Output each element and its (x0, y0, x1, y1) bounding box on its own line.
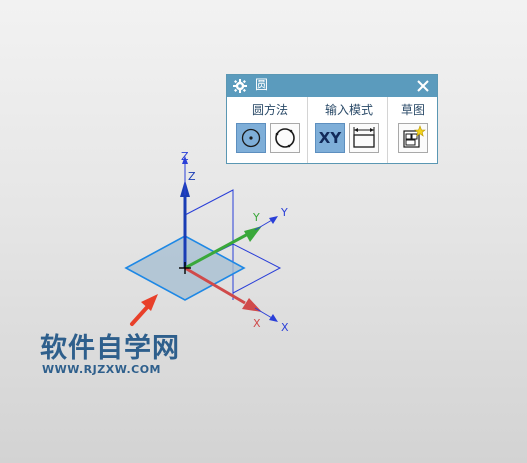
group-sketch: 草图 (391, 97, 435, 163)
center-point-button[interactable] (236, 123, 266, 153)
group-sketch-label: 草图 (400, 103, 425, 117)
parameter-mode-icon (353, 127, 375, 148)
group-input-mode-label: 输入模式 (324, 103, 373, 117)
y-axis-arrowhead (244, 226, 262, 242)
group-input-mode: 输入模式 XY (311, 97, 388, 163)
group-circle-method: 圆方法 (233, 97, 308, 163)
x-axis-tip (269, 314, 278, 322)
y-axis-label-2: Y (252, 211, 260, 224)
dialog-title: 圆 (255, 78, 269, 93)
parameter-mode-button[interactable] (349, 123, 379, 153)
circle-dialog: 圆 圆方法 输入模式 XY 草图 (226, 74, 438, 164)
group-circle-method-label: 圆方法 (251, 103, 288, 117)
sketch-palette-button[interactable] (398, 123, 428, 153)
coordinate-system-graphic: Z Z Y Y X X (124, 150, 289, 334)
graphics-viewport[interactable]: Z Z Y Y X X (0, 0, 527, 463)
y-axis-label: Y (280, 206, 288, 219)
close-icon[interactable] (415, 78, 431, 94)
xy-mode-button[interactable]: XY (315, 123, 345, 153)
gear-icon (233, 79, 247, 93)
y-axis-tip (269, 216, 278, 224)
watermark-title: 软件自学网 (40, 333, 180, 364)
xy-mode-label: XY (318, 129, 342, 147)
x-axis-label-2: X (253, 317, 261, 330)
z-axis-label-2: Z (188, 170, 196, 183)
pointer-arrow-icon (130, 294, 158, 326)
center-point-icon (241, 128, 261, 148)
sketch-palette-icon (403, 125, 426, 148)
dialog-title-bar[interactable]: 圆 (227, 75, 437, 97)
watermark-url: WWW.RJZXW.COM (42, 363, 161, 376)
x-axis-label: X (281, 321, 289, 334)
three-point-circle-button[interactable] (270, 123, 300, 153)
three-point-circle-icon (275, 128, 295, 148)
z-axis-label: Z (181, 150, 189, 163)
